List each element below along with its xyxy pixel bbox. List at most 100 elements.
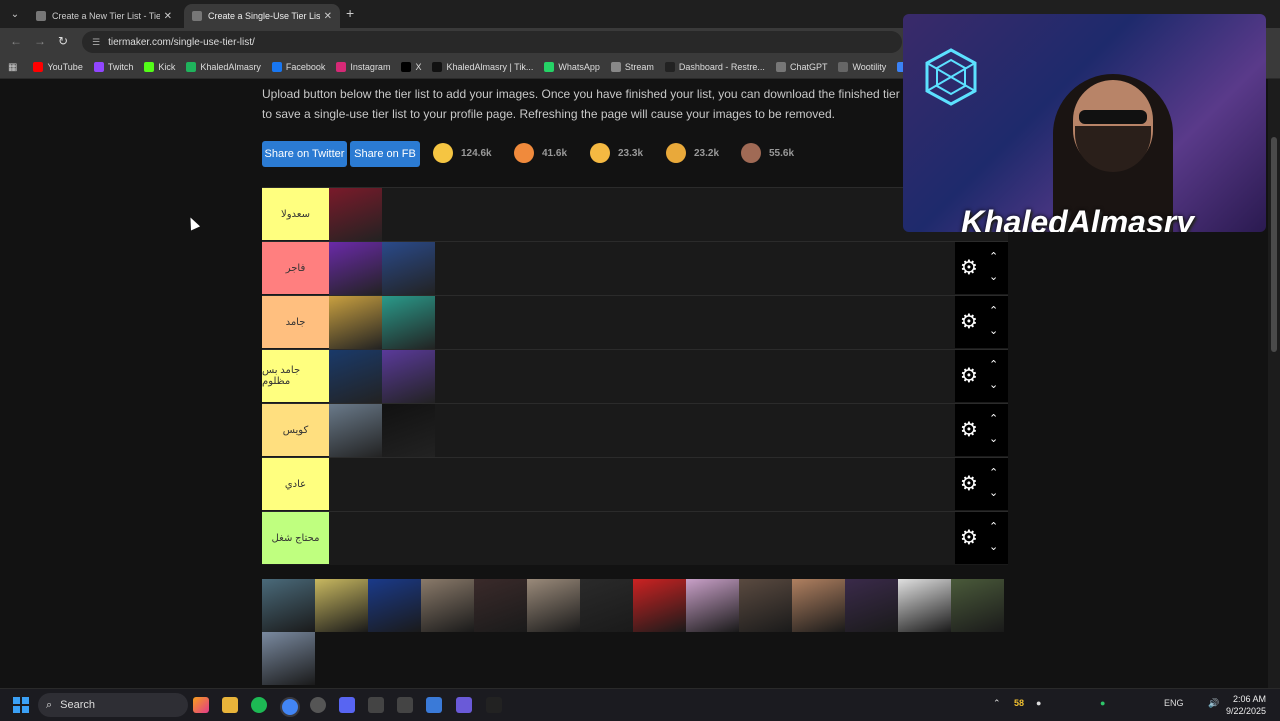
chevron-down-icon[interactable]: ⌄ [989, 540, 998, 553]
pool-image[interactable] [686, 579, 739, 632]
chevron-up-icon[interactable]: ⌃ [989, 250, 998, 263]
tier-label[interactable]: عادي [262, 458, 329, 510]
url-input[interactable]: ☰ tiermaker.com/single-use-tier-list/ [82, 31, 902, 53]
chevron-down-icon[interactable]: ⌄ [989, 486, 998, 499]
game-icon[interactable] [456, 697, 472, 713]
tier-label[interactable]: جامد بس مظلوم [262, 350, 329, 402]
reaction-button[interactable]: 23.3k [590, 143, 643, 163]
apps-grid-icon[interactable]: ▦ [8, 62, 17, 73]
tier-items[interactable] [329, 458, 1008, 510]
pool-image[interactable] [898, 579, 951, 632]
chevron-up-icon[interactable]: ⌃ [989, 466, 998, 479]
taskbar-search[interactable]: ⌕ Search [38, 693, 188, 717]
file-explorer-icon[interactable] [222, 697, 238, 713]
tier-image[interactable] [382, 404, 435, 457]
app-icon[interactable] [368, 697, 384, 713]
pool-image[interactable] [368, 579, 421, 632]
tier-image[interactable] [382, 350, 435, 403]
recording-icon[interactable]: ● [1036, 698, 1041, 708]
tab-create-new-tier-list[interactable]: Create a New Tier List - TierMak ✕ [28, 4, 180, 28]
bookmark-item[interactable]: Wootility [838, 62, 886, 72]
tier-items[interactable] [329, 296, 1008, 349]
spotify-icon[interactable] [251, 697, 267, 713]
chevron-up-icon[interactable]: ⌃ [989, 412, 998, 425]
gear-icon[interactable]: ⚙ [958, 472, 980, 495]
share-fb-button[interactable]: Share on FB [350, 141, 420, 167]
tier-image[interactable] [329, 296, 382, 349]
discord-icon[interactable] [339, 697, 355, 713]
tier-image[interactable] [329, 242, 382, 295]
pool-image[interactable] [633, 579, 686, 632]
page-scrollbar[interactable] [1268, 79, 1280, 688]
close-icon[interactable]: ✕ [164, 11, 172, 22]
gear-icon[interactable]: ⚙ [958, 418, 980, 441]
pool-image[interactable] [315, 579, 368, 632]
gear-icon[interactable]: ⚙ [958, 526, 980, 549]
tier-image[interactable] [329, 404, 382, 457]
bookmark-item[interactable]: KhaledAlmasry | Tik... [432, 62, 533, 72]
close-icon[interactable]: ✕ [324, 11, 332, 22]
tier-image[interactable] [329, 350, 382, 403]
bookmark-item[interactable]: Stream [610, 62, 654, 72]
reaction-button[interactable]: 23.2k [666, 143, 719, 163]
chevron-down-icon[interactable]: ⌄ [989, 324, 998, 337]
status-dot-icon[interactable]: ● [1100, 698, 1105, 708]
gear-icon[interactable]: ⚙ [958, 310, 980, 333]
tier-image[interactable] [382, 242, 435, 295]
chevron-up-icon[interactable]: ⌃ [989, 304, 998, 317]
bookmark-item[interactable]: Dashboard - Restre... [664, 62, 765, 72]
store-icon[interactable] [426, 697, 442, 713]
bookmark-item[interactable]: YouTube [33, 62, 83, 72]
copilot-icon[interactable] [193, 697, 209, 713]
bookmark-item[interactable]: X [401, 62, 421, 72]
pool-image[interactable] [580, 579, 633, 632]
tier-items[interactable] [329, 350, 1008, 403]
tab-single-use-tier-list[interactable]: Create a Single-Use Tier List (P ✕ [184, 4, 340, 28]
pool-image[interactable] [739, 579, 792, 632]
back-icon[interactable]: ← [10, 34, 22, 48]
gear-icon[interactable]: ⚙ [958, 364, 980, 387]
chrome-icon[interactable] [280, 697, 300, 717]
share-twitter-button[interactable]: Share on Twitter [262, 141, 347, 167]
obs-icon[interactable] [310, 697, 326, 713]
reaction-button[interactable]: 55.6k [741, 143, 794, 163]
tier-label[interactable]: فاجر [262, 242, 329, 294]
tier-items[interactable] [329, 242, 1008, 295]
tier-label[interactable]: كويس [262, 404, 329, 456]
pool-image[interactable] [527, 579, 580, 632]
chevron-up-icon[interactable]: ⌃ [989, 358, 998, 371]
language-indicator[interactable]: ENG [1164, 698, 1184, 708]
pool-image[interactable] [421, 579, 474, 632]
pool-image[interactable] [845, 579, 898, 632]
reaction-button[interactable]: 41.6k [514, 143, 567, 163]
tier-image[interactable] [382, 296, 435, 349]
volume-icon[interactable]: 🔊 [1208, 698, 1219, 709]
bookmark-item[interactable]: Kick [144, 62, 175, 72]
windows-start-icon[interactable] [13, 697, 29, 713]
site-info-icon[interactable]: ☰ [92, 37, 100, 48]
tier-items[interactable] [329, 512, 1008, 564]
bookmark-item[interactable]: Instagram [336, 62, 390, 72]
bookmark-item[interactable]: ChatGPT [775, 62, 827, 72]
chevron-up-icon[interactable]: ⌃ [989, 520, 998, 533]
forward-icon[interactable]: → [34, 34, 46, 48]
chevron-down-icon[interactable]: ⌄ [989, 270, 998, 283]
bookmark-item[interactable]: Twitch [93, 62, 133, 72]
chevron-down-icon[interactable]: ⌄ [989, 378, 998, 391]
bookmark-item[interactable]: Facebook [271, 62, 325, 72]
bookmark-item[interactable]: WhatsApp [544, 62, 600, 72]
chevron-up-icon[interactable]: ⌃ [993, 698, 1001, 709]
tab-search-button[interactable]: ⌄ [6, 5, 24, 23]
pool-image[interactable] [951, 579, 1004, 632]
reaction-button[interactable]: 124.6k [433, 143, 492, 163]
chevron-down-icon[interactable]: ⌄ [989, 432, 998, 445]
tier-items[interactable] [329, 404, 1008, 457]
pool-image[interactable] [474, 579, 527, 632]
new-tab-button[interactable]: + [346, 5, 354, 21]
pool-image[interactable] [262, 579, 315, 632]
taskbar-clock[interactable]: 2:06 AM 9/22/2025 [1226, 693, 1266, 717]
reload-icon[interactable]: ↻ [58, 34, 68, 48]
tier-label[interactable]: محتاج شغل [262, 512, 329, 564]
tier-label[interactable]: سعدولا [262, 188, 329, 240]
keyboard-icon[interactable] [397, 697, 413, 713]
